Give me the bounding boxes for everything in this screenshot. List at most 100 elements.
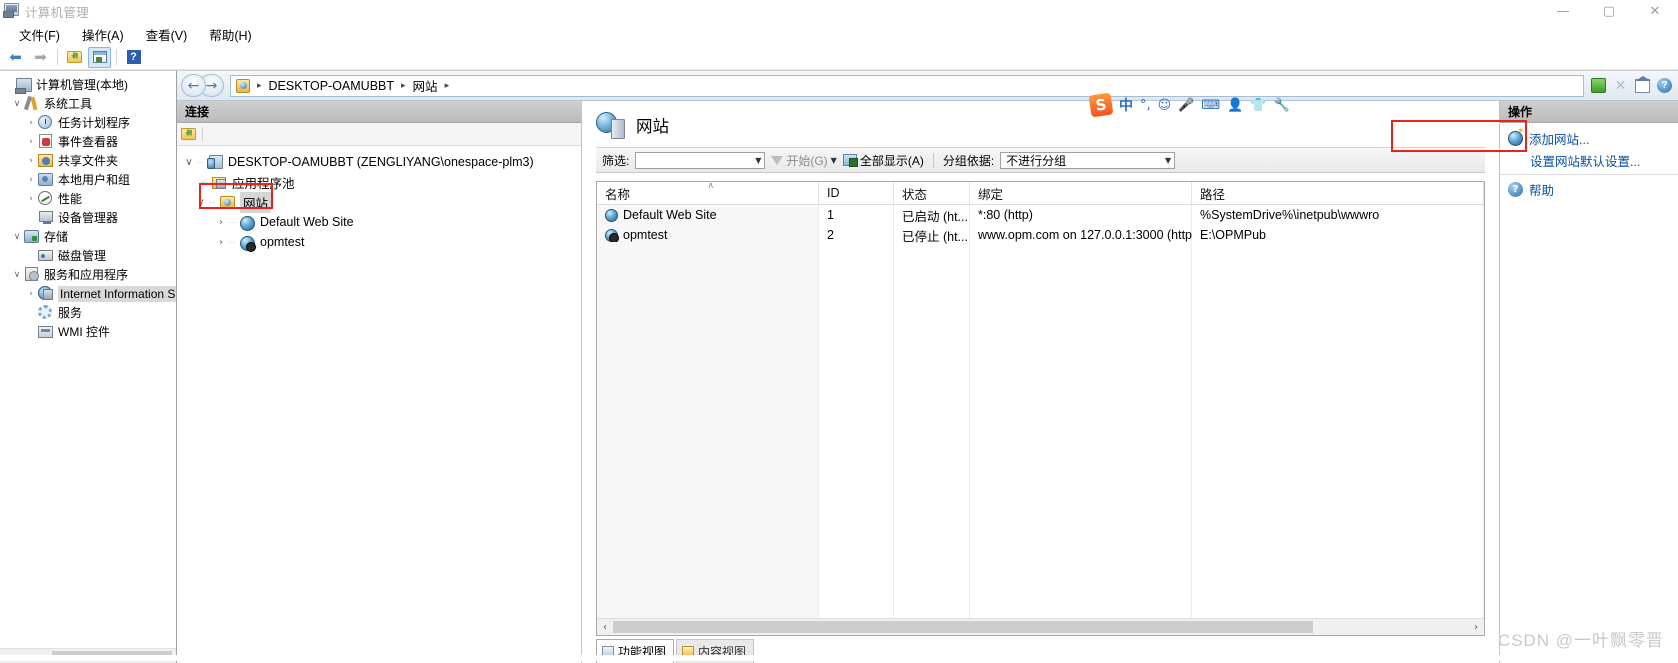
connect-to-server-icon[interactable] bbox=[181, 128, 196, 140]
expander[interactable]: › bbox=[24, 118, 38, 128]
action-label: 添加网站... bbox=[1529, 132, 1590, 147]
list-rows[interactable]: Default Web Site 1 已启动 (ht... *:80 (http… bbox=[597, 205, 1484, 618]
expander[interactable]: ∨ bbox=[193, 197, 209, 208]
expander[interactable]: › bbox=[24, 194, 38, 204]
menu-action[interactable]: 操作(A) bbox=[71, 23, 135, 46]
tree-item-iis-manager[interactable]: › Internet Information S bbox=[0, 284, 176, 303]
home-icon[interactable] bbox=[1633, 75, 1652, 95]
filter-start-button[interactable]: 开始(G) ▼ bbox=[771, 152, 837, 169]
tree-item-label: 性能 bbox=[58, 192, 83, 206]
action-set-website-defaults[interactable]: 设置网站默认设置... bbox=[1500, 149, 1678, 171]
expander[interactable]: › bbox=[213, 237, 229, 248]
column-header-binding[interactable]: 绑定 bbox=[970, 182, 1192, 204]
console-tree[interactable]: 计算机管理(本地) ∨ 系统工具 › 任务计划程序 › 事件查看器 › 共享文件… bbox=[0, 71, 177, 663]
help-icon[interactable]: ? bbox=[1655, 76, 1674, 95]
tree-item-label: 本地用户和组 bbox=[58, 173, 131, 187]
cell-binding: www.opm.com on 127.0.0.1:3000 (http) bbox=[978, 228, 1192, 242]
expander[interactable]: ∨ bbox=[181, 157, 197, 168]
tree-item-local-users-groups[interactable]: › 本地用户和组 bbox=[0, 170, 176, 189]
ime-user-icon[interactable]: 👤 bbox=[1227, 98, 1243, 113]
breadcrumb-sites[interactable]: 网站 bbox=[413, 76, 438, 95]
menu-file[interactable]: 文件(F) bbox=[8, 23, 71, 46]
filter-input[interactable]: ▼ bbox=[635, 151, 766, 169]
action-help[interactable]: ? 帮助 bbox=[1500, 178, 1678, 200]
expander[interactable]: › bbox=[24, 289, 38, 299]
sites-list[interactable]: ∧ 名称 ID 状态 绑定 路径 Default Web Site 1 已启动 … bbox=[596, 181, 1485, 636]
expander[interactable]: › bbox=[24, 175, 38, 185]
tree-item-event-viewer[interactable]: › 事件查看器 bbox=[0, 132, 176, 151]
chevron-down-icon[interactable]: ▼ bbox=[831, 156, 837, 165]
menu-view[interactable]: 查看(V) bbox=[135, 23, 199, 46]
forward-button[interactable]: ➡ bbox=[29, 47, 52, 68]
properties-button[interactable] bbox=[88, 46, 111, 68]
sogou-logo-icon[interactable]: S bbox=[1088, 92, 1114, 118]
scrollbar-track[interactable] bbox=[613, 619, 1468, 635]
connections-tree[interactable]: ∨ ·· DESKTOP-OAMUBBT (ZENGLIYANG\onespac… bbox=[177, 146, 581, 663]
tree-item-services[interactable]: 服务 bbox=[0, 303, 176, 322]
show-hide-console-tree-button[interactable] bbox=[63, 47, 86, 68]
expander[interactable]: › bbox=[24, 156, 38, 166]
menu-help[interactable]: 帮助(H) bbox=[198, 23, 262, 46]
breadcrumb-separator: ▸ bbox=[401, 80, 406, 91]
list-hscrollbar[interactable]: ‹ › bbox=[597, 618, 1484, 635]
action-add-website[interactable]: 添加网站... bbox=[1500, 127, 1678, 149]
tree-item-shared-folders[interactable]: › 共享文件夹 bbox=[0, 151, 176, 170]
column-header-id[interactable]: ID bbox=[819, 182, 894, 204]
ime-punctuation-icon[interactable]: °, bbox=[1140, 98, 1151, 113]
nav-back-button[interactable]: ← bbox=[181, 74, 206, 97]
maximize-button[interactable]: ▢ bbox=[1586, 0, 1632, 22]
page-title: 网站 bbox=[636, 118, 669, 136]
group-by-select[interactable]: 不进行分组 ▼ bbox=[1000, 151, 1176, 169]
conn-node-label: opmtest bbox=[260, 235, 305, 249]
tree-item-disk-management[interactable]: 磁盘管理 bbox=[0, 246, 176, 265]
tree-item-device-manager[interactable]: 设备管理器 bbox=[0, 208, 176, 227]
ime-soft-keyboard-icon[interactable]: ⌨ bbox=[1201, 98, 1220, 113]
expander[interactable]: ∨ bbox=[10, 270, 24, 280]
refresh-icon[interactable] bbox=[1589, 76, 1608, 95]
conn-node-server[interactable]: ∨ ·· DESKTOP-OAMUBBT (ZENGLIYANG\onespac… bbox=[177, 152, 581, 172]
breadcrumb-server[interactable]: DESKTOP-OAMUBBT bbox=[269, 79, 394, 93]
tree-item-performance[interactable]: › 性能 bbox=[0, 189, 176, 208]
show-all-button[interactable]: 全部显示(A) bbox=[842, 152, 924, 169]
chevron-down-icon[interactable]: ▼ bbox=[755, 156, 761, 165]
expander[interactable]: ∨ bbox=[10, 232, 24, 242]
table-row[interactable]: opmtest 2 已停止 (ht... www.opm.com on 127.… bbox=[597, 225, 1484, 245]
tree-line: ⌐·· bbox=[201, 177, 213, 187]
help-button[interactable]: ? bbox=[122, 47, 145, 68]
scroll-right-button[interactable]: › bbox=[1468, 622, 1484, 633]
ime-mode-chinese[interactable]: 中 bbox=[1119, 95, 1133, 115]
expander[interactable]: ∨ bbox=[10, 99, 24, 109]
tree-item-storage[interactable]: ∨ 存储 bbox=[0, 227, 176, 246]
sogou-ime-toolbar[interactable]: S 中 °, ☺ 🎤 ⌨ 👤 👕 🔧 bbox=[1088, 92, 1290, 118]
tree-item-task-scheduler[interactable]: › 任务计划程序 bbox=[0, 113, 176, 132]
address-bar-tools: ✕ ? bbox=[1589, 75, 1674, 95]
column-header-state[interactable]: 状态 bbox=[894, 182, 970, 204]
filter-bar: 筛选: ▼ 开始(G) ▼ 全部显示(A) 分组依据: 不进行分组 ▼ bbox=[596, 147, 1485, 173]
tree-item-services-and-applications[interactable]: ∨ 服务和应用程序 bbox=[0, 265, 176, 284]
websites-icon bbox=[596, 111, 625, 139]
ime-voice-input-icon[interactable]: 🎤 bbox=[1178, 98, 1194, 113]
column-header-name[interactable]: ∧ 名称 bbox=[597, 181, 819, 204]
conn-node-opmtest[interactable]: › ·· opmtest bbox=[177, 232, 581, 252]
tree-item-computer-management[interactable]: 计算机管理(本地) bbox=[0, 75, 176, 94]
minimize-button[interactable]: — bbox=[1540, 0, 1586, 22]
close-button[interactable]: ✕ bbox=[1632, 0, 1678, 22]
conn-node-default-web-site[interactable]: › ·· Default Web Site bbox=[177, 212, 581, 232]
tree-item-system-tools[interactable]: ∨ 系统工具 bbox=[0, 94, 176, 113]
conn-node-application-pools[interactable]: ⌐·· 应用程序池 bbox=[177, 172, 581, 192]
tree-item-wmi-control[interactable]: WMI 控件 bbox=[0, 322, 176, 341]
tree-line: ·· bbox=[209, 197, 215, 207]
scrollbar-thumb[interactable] bbox=[613, 621, 1313, 633]
conn-node-sites[interactable]: ∨ ·· 网站 bbox=[177, 191, 581, 213]
chevron-down-icon[interactable]: ▼ bbox=[1165, 156, 1171, 165]
scroll-left-button[interactable]: ‹ bbox=[597, 622, 613, 633]
back-button[interactable]: ⬅ bbox=[4, 47, 27, 68]
table-row[interactable]: Default Web Site 1 已启动 (ht... *:80 (http… bbox=[597, 205, 1484, 225]
expander[interactable]: › bbox=[24, 137, 38, 147]
breadcrumb[interactable]: ▸ DESKTOP-OAMUBBT ▸ 网站 ▸ bbox=[230, 74, 1584, 97]
expander[interactable]: › bbox=[213, 217, 229, 228]
ime-emoji-icon[interactable]: ☺ bbox=[1158, 98, 1172, 113]
ime-skin-icon[interactable]: 👕 bbox=[1250, 98, 1266, 113]
ime-settings-icon[interactable]: 🔧 bbox=[1274, 98, 1290, 113]
column-header-path[interactable]: 路径 bbox=[1192, 182, 1484, 204]
